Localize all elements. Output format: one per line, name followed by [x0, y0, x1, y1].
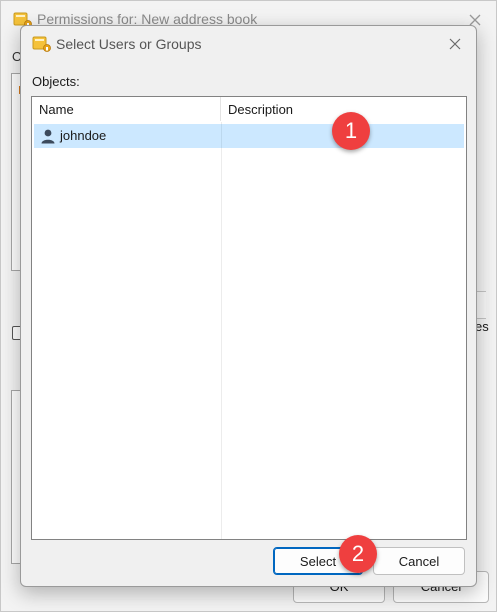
row-column-divider	[221, 124, 222, 148]
parent-checkbox-label-fragment: es	[475, 319, 489, 334]
dialog-title: Select Users or Groups	[56, 36, 202, 52]
list-header: Name Description	[32, 97, 466, 122]
objects-list[interactable]: Name Description johndoe	[31, 96, 467, 540]
column-header-name[interactable]: Name	[32, 97, 221, 121]
list-item[interactable]: johndoe	[34, 124, 464, 148]
step-badge-2: 2	[339, 535, 377, 573]
cancel-button[interactable]: Cancel	[373, 547, 465, 575]
objects-label: Objects:	[32, 74, 80, 89]
list-item-name: johndoe	[60, 128, 107, 143]
dialog-title-bar: Select Users or Groups	[21, 26, 476, 64]
dialog-close-icon[interactable]	[441, 31, 469, 57]
select-users-dialog: Select Users or Groups Objects: Name Des…	[20, 25, 477, 587]
user-icon	[40, 128, 56, 144]
address-book-icon	[32, 35, 52, 53]
step-badge-1: 1	[332, 112, 370, 150]
column-divider	[221, 122, 222, 539]
